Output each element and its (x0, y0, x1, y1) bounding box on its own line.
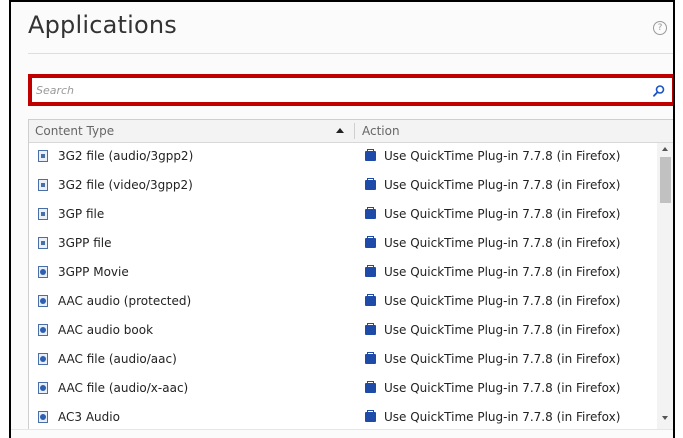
action-dropdown[interactable]: Use QuickTime Plug-in 7.7.8 (in Firefox) (384, 143, 620, 169)
table-row[interactable]: 3G2 file (audio/3gpp2) Use QuickTime Plug… (29, 143, 657, 172)
table-row[interactable]: 3GPP Movie Use QuickTime Plug-in 7.7.8 (i… (29, 259, 657, 288)
media-file-icon (38, 295, 48, 307)
plugin-icon (365, 265, 376, 277)
plugin-icon (365, 178, 376, 190)
search-icon[interactable] (652, 84, 666, 98)
scrollbar-thumb[interactable] (660, 157, 671, 203)
title-divider (28, 53, 673, 54)
content-type-label: 3GPP Movie (58, 265, 129, 279)
media-file-icon (38, 382, 48, 394)
column-header-content-type[interactable]: Content Type (35, 120, 345, 142)
table-row[interactable]: AAC file (audio/x-aac) Use QuickTime Plug… (29, 375, 657, 404)
scroll-down-icon[interactable] (662, 416, 668, 420)
table-row[interactable]: AAC file (audio/aac) Use QuickTime Plug-i… (29, 346, 657, 375)
document-icon (38, 208, 48, 220)
bottom-strip (11, 429, 673, 438)
media-file-icon (38, 266, 48, 278)
plugin-icon (365, 410, 376, 422)
column-header-action[interactable]: Action (362, 120, 562, 142)
column-divider[interactable] (354, 123, 355, 139)
content-type-label: AC3 Audio (58, 410, 120, 424)
search-box (28, 74, 673, 106)
help-icon[interactable]: ? (653, 21, 667, 35)
action-dropdown[interactable]: Use QuickTime Plug-in 7.7.8 (in Firefox) (384, 375, 620, 401)
plugin-icon (365, 207, 376, 219)
table-row[interactable]: AAC audio book Use QuickTime Plug-in 7.7.… (29, 317, 657, 346)
plugin-icon (365, 294, 376, 306)
media-file-icon (38, 324, 48, 336)
table-row[interactable]: 3G2 file (video/3gpp2) Use QuickTime Plug… (29, 172, 657, 201)
content-type-label: 3GP file (58, 207, 105, 221)
content-type-label: 3G2 file (video/3gpp2) (58, 178, 193, 192)
content-type-label: AAC file (audio/x-aac) (58, 381, 189, 395)
action-dropdown[interactable]: Use QuickTime Plug-in 7.7.8 (in Firefox) (384, 172, 620, 198)
scroll-up-icon[interactable] (662, 147, 668, 151)
action-dropdown[interactable]: Use QuickTime Plug-in 7.7.8 (in Firefox) (384, 317, 620, 343)
media-file-icon (38, 353, 48, 365)
content-type-label: AAC file (audio/aac) (58, 352, 177, 366)
table-header: Content Type Action (29, 120, 673, 143)
plugin-icon (365, 352, 376, 364)
plugin-icon (365, 381, 376, 393)
table-row[interactable]: 3GP file Use QuickTime Plug-in 7.7.8 (in … (29, 201, 657, 230)
content-type-label: 3G2 file (audio/3gpp2) (58, 149, 194, 163)
content-type-label: AAC audio book (58, 323, 154, 337)
document-icon (38, 150, 48, 162)
action-dropdown[interactable]: Use QuickTime Plug-in 7.7.8 (in Firefox) (384, 288, 620, 314)
content-type-label: AAC audio (protected) (58, 294, 192, 308)
document-icon (38, 179, 48, 191)
table-body: 3G2 file (audio/3gpp2) Use QuickTime Plug… (29, 143, 657, 438)
search-input[interactable] (36, 82, 646, 98)
applications-panel: Applications ? Content Type Action 3G2 f… (9, 0, 675, 438)
plugin-icon (365, 323, 376, 335)
action-dropdown[interactable]: Use QuickTime Plug-in 7.7.8 (in Firefox) (384, 404, 620, 430)
table-row[interactable]: 3GPP file Use QuickTime Plug-in 7.7.8 (in… (29, 230, 657, 259)
content-type-table: Content Type Action 3G2 file (audio/3gpp… (28, 119, 673, 438)
content-type-label: 3GPP file (58, 236, 112, 250)
plugin-icon (365, 149, 376, 161)
action-dropdown[interactable]: Use QuickTime Plug-in 7.7.8 (in Firefox) (384, 230, 620, 256)
table-row[interactable]: AAC audio (protected) Use QuickTime Plug-… (29, 288, 657, 317)
sort-ascending-icon (336, 128, 344, 133)
vertical-scrollbar[interactable] (657, 143, 673, 438)
plugin-icon (365, 236, 376, 248)
action-dropdown[interactable]: Use QuickTime Plug-in 7.7.8 (in Firefox) (384, 346, 620, 372)
action-dropdown[interactable]: Use QuickTime Plug-in 7.7.8 (in Firefox) (384, 259, 620, 285)
action-dropdown[interactable]: Use QuickTime Plug-in 7.7.8 (in Firefox) (384, 201, 620, 227)
page-title: Applications (28, 11, 178, 39)
media-file-icon (38, 411, 48, 423)
document-icon (38, 237, 48, 249)
